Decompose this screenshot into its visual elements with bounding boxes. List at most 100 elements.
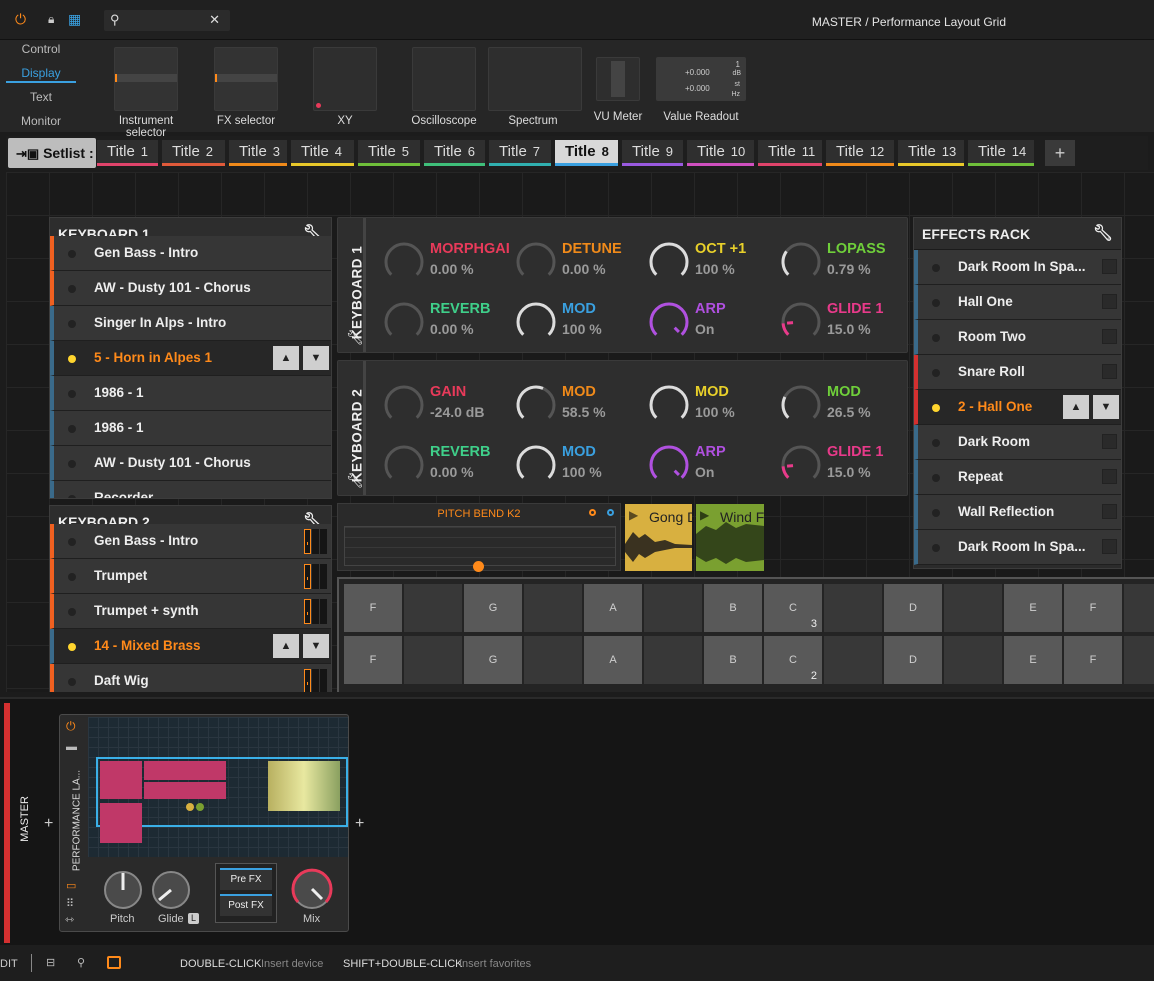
note-pad[interactable] [1124, 584, 1154, 632]
note-pad[interactable] [824, 636, 882, 684]
list-item[interactable]: Hall One [914, 285, 1121, 320]
grid-icon[interactable]: ⠿ [66, 897, 74, 910]
move-up-button[interactable]: ▲ [1063, 395, 1089, 419]
play-icon[interactable]: ▶ [629, 508, 638, 522]
post-fx-button[interactable]: Post FX [220, 894, 272, 916]
link-icon[interactable]: ⚲ [77, 956, 85, 969]
note-pad[interactable] [1124, 636, 1154, 684]
note-pad[interactable] [524, 636, 582, 684]
mode-control[interactable]: Control [6, 42, 76, 56]
tree-icon[interactable]: ⊟ [46, 956, 55, 969]
display-icon[interactable]: ▭ [66, 879, 76, 892]
list-item[interactable]: Gen Bass - Intro [50, 236, 331, 271]
note-pad[interactable]: F [344, 636, 402, 684]
note-pad[interactable]: B [704, 636, 762, 684]
panel-icon[interactable] [107, 956, 121, 969]
move-down-button[interactable]: ▼ [303, 346, 329, 370]
lock-icon[interactable]: 🔒︎ [48, 12, 54, 27]
mode-monitor[interactable]: Monitor [6, 114, 76, 128]
list-item[interactable]: 1986 - 1 [50, 411, 331, 446]
enable-checkbox[interactable] [1102, 329, 1117, 344]
note-pad[interactable]: E [1004, 636, 1062, 684]
note-pad[interactable]: F [344, 584, 402, 632]
tab-title-4[interactable]: Title 4 [291, 140, 354, 166]
pitch-bend-handle[interactable] [473, 561, 484, 572]
note-pad[interactable] [944, 636, 1002, 684]
tab-title-3[interactable]: Title 3 [229, 140, 287, 166]
list-item[interactable]: Dark Room In Spa... [914, 530, 1121, 565]
macro-knob[interactable] [779, 383, 821, 425]
tab-title-5[interactable]: Title 5 [358, 140, 420, 166]
tab-title-11[interactable]: Title 11 [758, 140, 822, 166]
wrench-icon[interactable]: 🔧︎ [346, 472, 364, 489]
search-input[interactable]: ⚲ ✕ [104, 10, 230, 31]
clip-wind[interactable]: ▶ Wind F [696, 504, 764, 571]
note-pad[interactable]: G [464, 584, 522, 632]
tab-title-12[interactable]: Title 12 [826, 140, 894, 166]
add-device-after-button[interactable]: + [355, 815, 364, 833]
tab-title-1[interactable]: Title 1 [97, 140, 158, 166]
note-pad[interactable]: C3 [764, 584, 822, 632]
list-item[interactable]: Dark Room In Spa... [914, 250, 1121, 285]
tab-title-8[interactable]: Title 8 [555, 140, 618, 166]
note-pad[interactable] [404, 636, 462, 684]
enable-checkbox[interactable] [1102, 504, 1117, 519]
macro-knob[interactable] [647, 383, 689, 425]
note-pad[interactable]: E [1004, 584, 1062, 632]
macro-knob[interactable] [779, 240, 821, 282]
add-tab-button[interactable]: + [1045, 140, 1075, 166]
macro-knob[interactable] [779, 300, 821, 342]
mix-knob[interactable] [288, 865, 336, 913]
macro-knob[interactable] [382, 300, 424, 342]
palette-oscilloscope[interactable]: Oscilloscope [399, 47, 489, 127]
list-item[interactable]: Daft Wig [50, 664, 331, 692]
palette-xy[interactable]: XY [300, 47, 390, 127]
wrench-icon[interactable]: 🔧︎ [1093, 218, 1113, 250]
tab-title-13[interactable]: Title 13 [898, 140, 964, 166]
palette-vu-meter[interactable]: VU Meter [573, 47, 663, 123]
note-pad[interactable] [644, 584, 702, 632]
macro-knob[interactable] [647, 300, 689, 342]
pitch-bend-widget[interactable]: PITCH BEND K2 [337, 503, 621, 572]
note-pad[interactable]: F [1064, 584, 1122, 632]
tab-title-10[interactable]: Title 10 [687, 140, 754, 166]
tab-title-7[interactable]: Title 7 [489, 140, 551, 166]
setlist-label[interactable]: ⇥▣ Setlist : [8, 138, 96, 168]
list-item[interactable]: Snare Roll [914, 355, 1121, 390]
tab-title-14[interactable]: Title 14 [968, 140, 1034, 166]
note-pad[interactable] [644, 636, 702, 684]
list-item[interactable]: Singer In Alps - Intro [50, 306, 331, 341]
macro-knob[interactable] [647, 443, 689, 485]
power-icon[interactable]: ⏻ [66, 719, 76, 734]
note-pad[interactable]: A [584, 584, 642, 632]
mode-text[interactable]: Text [6, 90, 76, 104]
note-pad[interactable]: G [464, 636, 522, 684]
power-icon[interactable]: ⏻ [15, 11, 26, 28]
macro-knob[interactable] [647, 240, 689, 282]
list-item[interactable]: 2 - Hall One ▲ ▼ [914, 390, 1121, 425]
list-item[interactable]: Repeat [914, 460, 1121, 495]
mode-display[interactable]: Display [6, 66, 76, 83]
palette-fx-selector[interactable]: FX selector [201, 47, 291, 127]
pre-fx-button[interactable]: Pre FX [220, 868, 272, 890]
play-icon[interactable]: ▶ [700, 508, 709, 522]
enable-checkbox[interactable] [1102, 259, 1117, 274]
palette-value-readout[interactable]: +0.000 +0.000 1 dB st Hz Value Readout [655, 47, 747, 123]
enable-checkbox[interactable] [1102, 294, 1117, 309]
palette-instrument-selector[interactable]: Instrument selector [100, 47, 192, 139]
palette-spectrum[interactable]: Spectrum [488, 47, 582, 127]
glide-knob[interactable] [148, 867, 194, 913]
grid-icon[interactable]: ▦ [68, 11, 81, 28]
macro-knob[interactable] [382, 383, 424, 425]
close-icon[interactable]: ✕ [209, 12, 220, 28]
tab-title-9[interactable]: Title 9 [622, 140, 683, 166]
macro-knob[interactable] [382, 443, 424, 485]
folder-icon[interactable]: ▬ [66, 741, 77, 753]
list-item[interactable]: Trumpet + synth [50, 594, 331, 629]
list-item[interactable]: Gen Bass - Intro [50, 524, 331, 559]
enable-checkbox[interactable] [1102, 434, 1117, 449]
note-pad[interactable]: F [1064, 636, 1122, 684]
list-item[interactable]: Recorder [50, 481, 331, 498]
macro-knob[interactable] [779, 443, 821, 485]
note-pad[interactable] [944, 584, 1002, 632]
